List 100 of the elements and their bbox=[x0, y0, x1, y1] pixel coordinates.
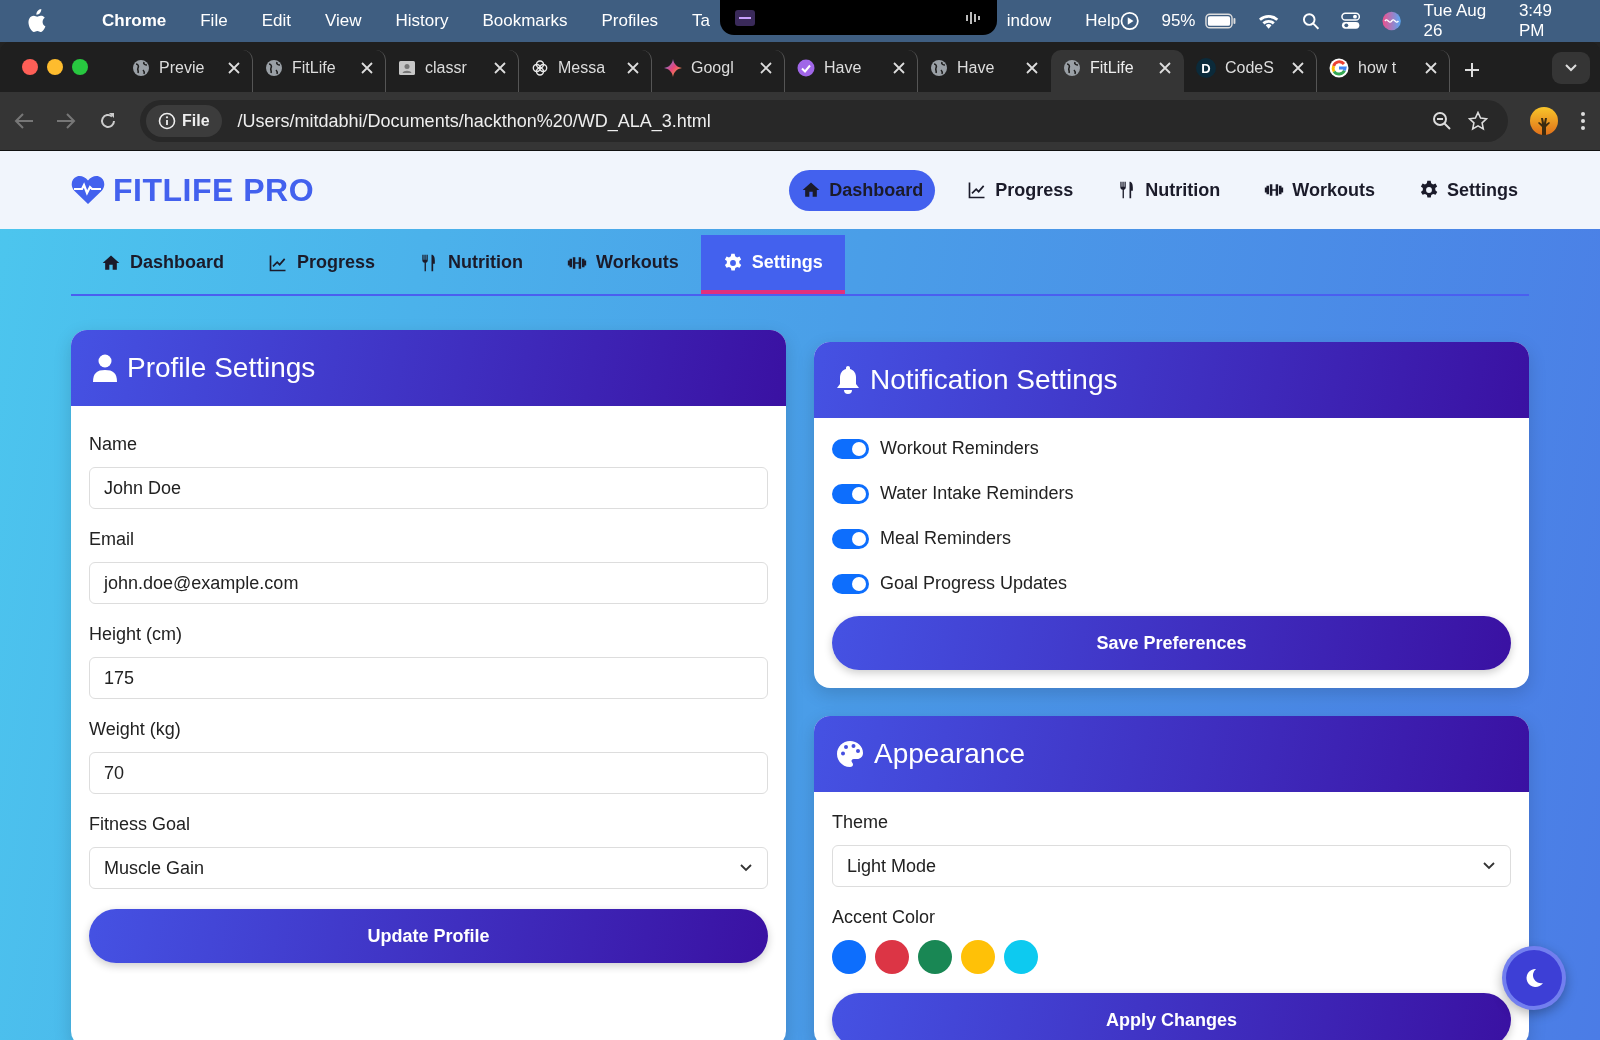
zoom-out-icon[interactable] bbox=[1432, 111, 1452, 131]
menu-item[interactable]: Help bbox=[1085, 11, 1121, 31]
close-icon[interactable] bbox=[760, 62, 772, 74]
nav-link[interactable]: Nutrition bbox=[1105, 169, 1233, 211]
update-profile-button[interactable]: Update Profile bbox=[89, 909, 768, 963]
tab-search-button[interactable] bbox=[1552, 52, 1590, 84]
tab-title: FitLife bbox=[1090, 59, 1135, 77]
close-icon[interactable] bbox=[1292, 62, 1304, 74]
nav-link[interactable]: Workouts bbox=[1252, 169, 1387, 211]
select-field[interactable]: Light Mode bbox=[832, 845, 1511, 887]
close-icon[interactable] bbox=[893, 62, 905, 74]
profile-avatar-icon[interactable] bbox=[1530, 107, 1558, 135]
sparkle-icon bbox=[664, 59, 682, 77]
nav-link[interactable]: Progress bbox=[955, 169, 1086, 211]
section-tab[interactable]: Progress bbox=[246, 235, 398, 294]
field-label: Height (cm) bbox=[89, 624, 183, 645]
browser-tab[interactable]: Have bbox=[918, 50, 1051, 92]
wifi-icon[interactable] bbox=[1258, 12, 1280, 30]
palette-icon bbox=[836, 740, 864, 768]
input-field[interactable]: 175 bbox=[89, 657, 768, 699]
toggle-switch[interactable] bbox=[832, 483, 869, 504]
menu-item[interactable]: File bbox=[200, 11, 228, 31]
forward-arrow-icon[interactable] bbox=[56, 112, 76, 130]
save-preferences-button[interactable]: Save Preferences bbox=[832, 616, 1511, 670]
close-icon[interactable] bbox=[1425, 62, 1437, 74]
gear-icon bbox=[1419, 180, 1439, 200]
address-bar[interactable]: File /Users/mitdabhi/Documents/hackthon%20/WD_ALA_3.html bbox=[140, 100, 1508, 142]
tab-title: FitLife bbox=[292, 59, 337, 77]
tab-title: Previe bbox=[159, 59, 206, 77]
color-swatch[interactable] bbox=[918, 940, 952, 974]
input-field[interactable]: 70 bbox=[89, 752, 768, 794]
section-tab[interactable]: Workouts bbox=[545, 235, 701, 294]
menu-bar-date[interactable]: Tue Aug 26 bbox=[1423, 1, 1507, 41]
field-label: Weight (kg) bbox=[89, 719, 182, 740]
close-icon[interactable] bbox=[1159, 62, 1171, 74]
card-title: Appearance bbox=[874, 738, 1025, 770]
zoom-window-button[interactable] bbox=[72, 59, 88, 75]
knot-icon bbox=[531, 59, 549, 77]
menu-item[interactable]: Bookmarks bbox=[482, 11, 568, 31]
color-swatch[interactable] bbox=[875, 940, 909, 974]
menu-item[interactable]: Edit bbox=[261, 11, 291, 31]
field-label: Email bbox=[89, 529, 135, 550]
dark-mode-button[interactable] bbox=[1502, 946, 1566, 1010]
tab-title: how t bbox=[1358, 59, 1398, 77]
color-swatch[interactable] bbox=[1004, 940, 1038, 974]
play-circle-icon[interactable] bbox=[1120, 11, 1140, 31]
toggle-switch[interactable] bbox=[832, 438, 869, 459]
new-tab-icon[interactable] bbox=[1464, 62, 1480, 78]
browser-tab[interactable]: FitLife bbox=[1051, 50, 1184, 92]
color-swatch[interactable] bbox=[961, 940, 995, 974]
apple-logo-icon[interactable] bbox=[26, 9, 46, 33]
search-icon[interactable] bbox=[1301, 12, 1319, 30]
section-tab[interactable]: Settings bbox=[700, 235, 845, 294]
info-icon bbox=[158, 112, 176, 130]
home-icon bbox=[801, 180, 822, 200]
close-icon[interactable] bbox=[494, 62, 506, 74]
toggle-switch[interactable] bbox=[832, 573, 869, 594]
tab-title: Messa bbox=[558, 59, 607, 77]
close-window-button[interactable] bbox=[22, 59, 38, 75]
menu-item[interactable]: Profiles bbox=[601, 11, 659, 31]
minimize-window-button[interactable] bbox=[47, 59, 63, 75]
input-field[interactable]: John Doe bbox=[89, 467, 768, 509]
star-icon[interactable] bbox=[1468, 111, 1488, 131]
battery-icon[interactable] bbox=[1205, 13, 1237, 29]
globe-icon bbox=[930, 59, 948, 77]
close-icon[interactable] bbox=[627, 62, 639, 74]
url-text: /Users/mitdabhi/Documents/hackthon%20/WD_ALA_3.html bbox=[237, 110, 712, 132]
site-info-chip[interactable]: File bbox=[146, 105, 222, 137]
menu-bar-time[interactable]: 3:49 PM bbox=[1518, 1, 1580, 41]
reload-icon[interactable] bbox=[98, 111, 118, 131]
apply-changes-button[interactable]: Apply Changes bbox=[832, 993, 1511, 1040]
field-label: Theme bbox=[832, 812, 890, 833]
close-icon[interactable] bbox=[228, 62, 240, 74]
color-swatch[interactable] bbox=[832, 940, 866, 974]
toggle-switch[interactable] bbox=[832, 528, 869, 549]
toggle-label: Workout Reminders bbox=[880, 438, 1039, 459]
nav-link[interactable]: Settings bbox=[1407, 169, 1530, 211]
control-center-icon[interactable] bbox=[1341, 12, 1361, 30]
card-title: Notification Settings bbox=[870, 364, 1118, 396]
close-icon[interactable] bbox=[361, 62, 373, 74]
section-tab[interactable]: Nutrition bbox=[397, 235, 546, 294]
section-tab[interactable]: Dashboard bbox=[79, 235, 247, 294]
menu-item[interactable]: Ta bbox=[692, 11, 711, 31]
toggle-label: Water Intake Reminders bbox=[880, 483, 1074, 504]
select-field[interactable]: Muscle Gain bbox=[89, 847, 768, 889]
gear-icon bbox=[722, 252, 743, 273]
back-arrow-icon[interactable] bbox=[14, 112, 34, 130]
input-field[interactable]: john.doe@example.com bbox=[89, 562, 768, 604]
multicolor-ring-icon bbox=[1329, 58, 1349, 78]
menu-item[interactable]: indow bbox=[1006, 11, 1052, 31]
siri-icon[interactable] bbox=[1382, 11, 1402, 31]
chevron-down-icon bbox=[1482, 861, 1496, 871]
more-menu-icon[interactable] bbox=[1580, 111, 1586, 131]
line-chart-icon bbox=[967, 180, 988, 200]
heart-pulse-icon bbox=[71, 175, 105, 205]
menu-item[interactable]: View bbox=[324, 11, 362, 31]
menu-app-name[interactable]: Chrome bbox=[102, 11, 167, 31]
bell-icon bbox=[836, 366, 860, 394]
close-icon[interactable] bbox=[1026, 62, 1038, 74]
menu-item[interactable]: History bbox=[395, 11, 449, 31]
